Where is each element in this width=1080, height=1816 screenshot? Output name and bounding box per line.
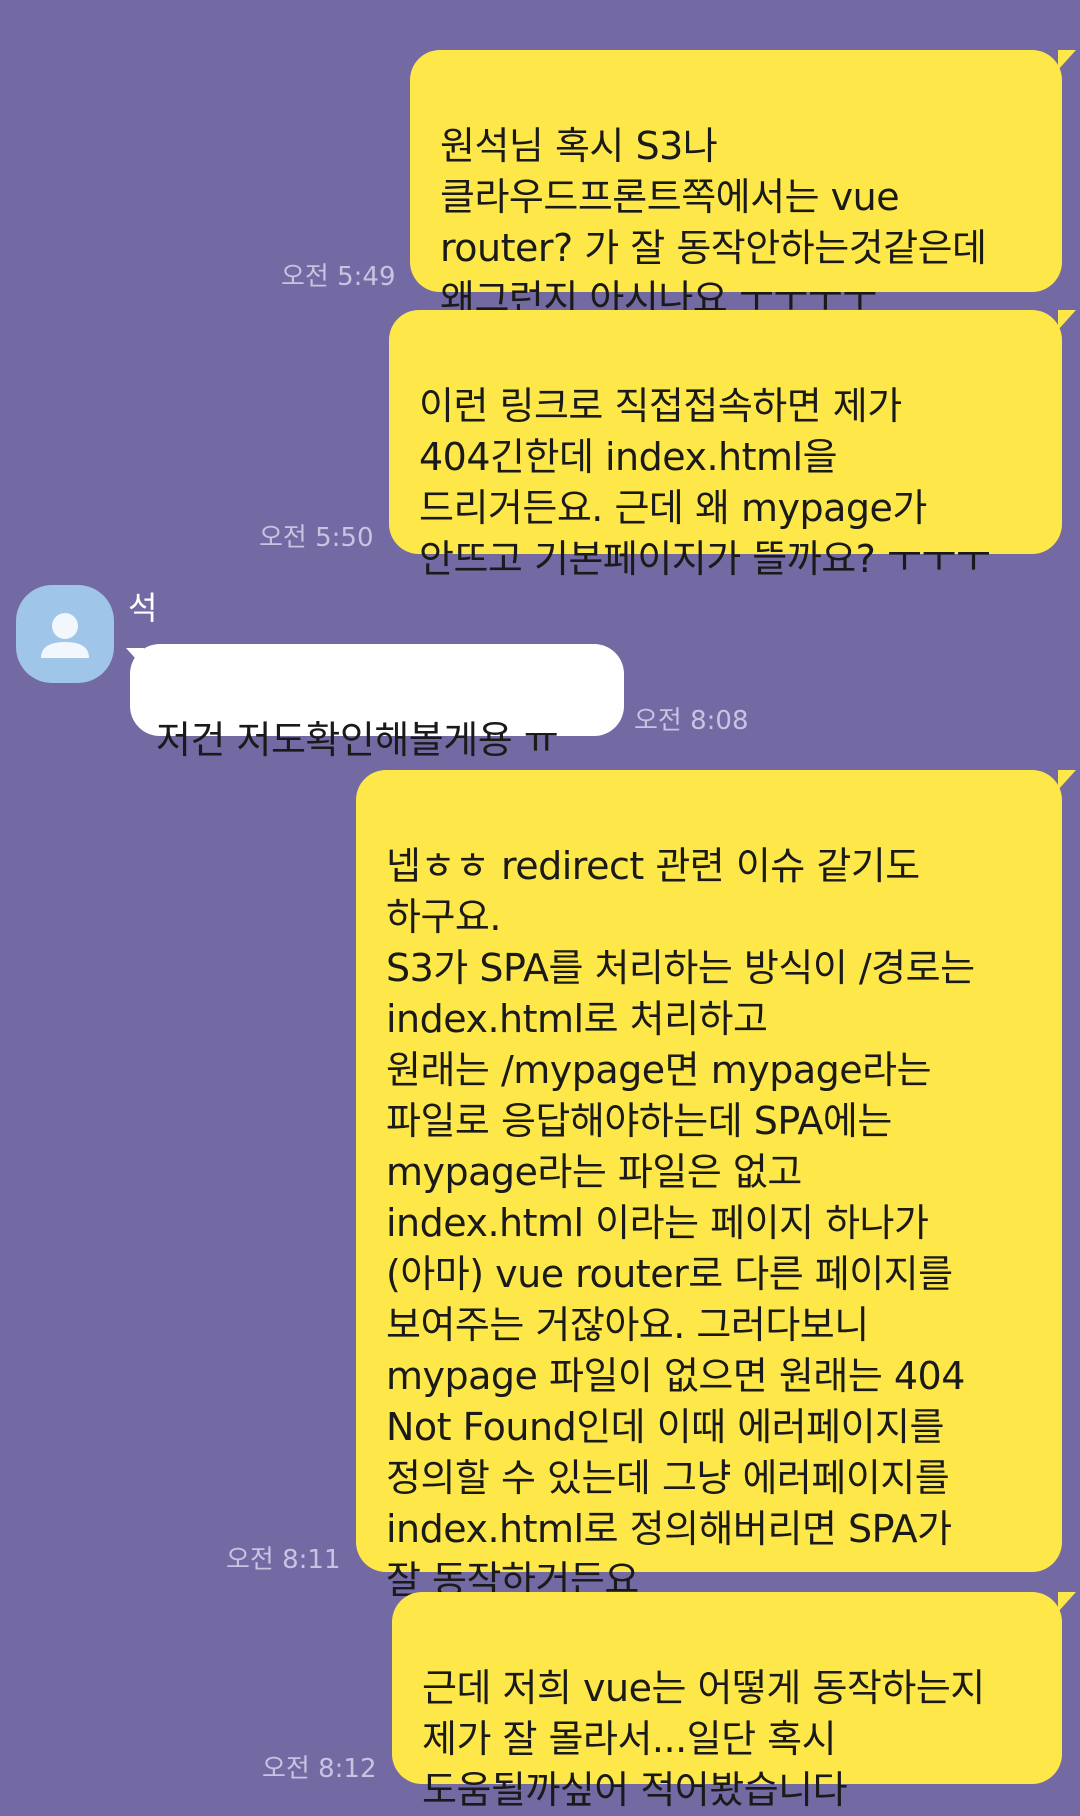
message-timestamp: 오전 8:12 [262,1754,377,1784]
sender-name: 석 [128,589,158,627]
chat-area: 원석님 혹시 S3나 클라우드프론트쪽에서는 vue router? 가 잘 동… [0,0,1080,1812]
message-text: 근데 저희 vue는 어떻게 동작하는지 제가 잘 몰라서...일단 혹시 도움… [422,1666,985,1812]
message-timestamp: 오전 8:08 [634,706,749,736]
message-text: 넵ㅎㅎ redirect 관련 이슈 같기도 하구요. S3가 SPA를 처리하… [386,844,975,1602]
bubble-tail [1058,310,1076,330]
message-timestamp: 오전 8:11 [226,1545,341,1575]
bubble-tail [1058,1592,1076,1612]
my-message-bubble[interactable]: 근데 저희 vue는 어떻게 동작하는지 제가 잘 몰라서...일단 혹시 도움… [392,1592,1062,1812]
person-silhouette-icon [41,613,89,658]
message-timestamp: 오전 5:50 [259,523,374,553]
bubble-tail [1058,50,1076,70]
my-message-bubble[interactable]: 넵ㅎㅎ redirect 관련 이슈 같기도 하구요. S3가 SPA를 처리하… [356,770,1062,1602]
bubble-tail [1058,770,1076,790]
message-timestamp: 오전 5:49 [281,262,396,292]
sender-avatar[interactable] [16,585,114,683]
my-message-bubble[interactable]: 원석님 혹시 S3나 클라우드프론트쪽에서는 vue router? 가 잘 동… [410,50,1062,321]
my-message-bubble[interactable]: 이런 링크로 직접접속하면 제가 404긴한데 index.html을 드리거든… [389,310,1062,581]
received-message-bubble[interactable]: 저건 저도확인해볼게용 ㅠ [130,644,624,762]
bubble-tail [126,648,144,668]
message-text: 원석님 혹시 S3나 클라우드프론트쪽에서는 vue router? 가 잘 동… [440,124,987,321]
message-text: 저건 저도확인해볼게용 ㅠ [156,718,559,762]
message-text: 이런 링크로 직접접속하면 제가 404긴한데 index.html을 드리거든… [419,384,991,581]
